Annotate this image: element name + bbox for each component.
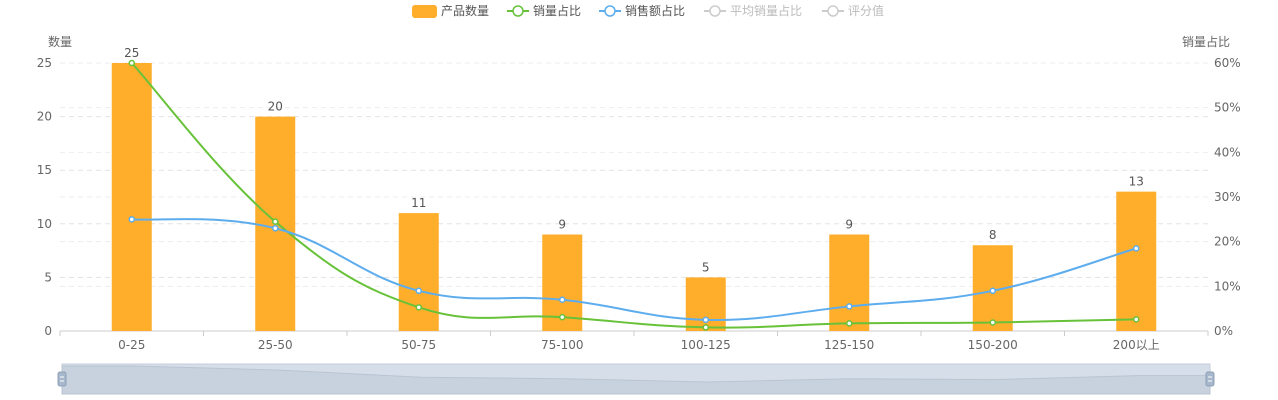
line-point bbox=[702, 316, 709, 324]
y-left-tick-label: 10 bbox=[37, 217, 52, 231]
zoom-handle-right[interactable] bbox=[1205, 371, 1215, 387]
line-point bbox=[846, 303, 853, 310]
line-point bbox=[415, 287, 422, 295]
bar-value-label: 20 bbox=[268, 100, 283, 114]
line-point bbox=[702, 324, 709, 331]
axes: 0-25 25-50 50-75 75-100 100-125 125-150 150-20… bbox=[37, 34, 1241, 352]
y-right-tick-label: 40% bbox=[1214, 145, 1241, 159]
bar bbox=[398, 213, 439, 331]
legend-swatch-marker bbox=[512, 5, 524, 17]
legend-item-label: 销量占比 bbox=[533, 3, 581, 18]
y-right-tick-label: 0% bbox=[1214, 324, 1233, 338]
y-right-tick-label: 60% bbox=[1214, 56, 1241, 70]
line-point bbox=[1133, 245, 1140, 252]
line-point bbox=[128, 216, 135, 223]
y-left-tick-label: 15 bbox=[37, 163, 52, 177]
zoom-handle-left[interactable] bbox=[57, 371, 67, 387]
line-point bbox=[559, 296, 566, 303]
x-tick-label: 0-25 bbox=[118, 338, 145, 352]
y-right-tick-label: 30% bbox=[1214, 190, 1241, 204]
line-point bbox=[559, 313, 566, 321]
x-tick-label: 75-100 bbox=[541, 338, 584, 352]
bar bbox=[1116, 191, 1157, 331]
bar-value-label: 8 bbox=[989, 228, 997, 242]
bar bbox=[829, 234, 870, 331]
legend-swatch-marker bbox=[709, 5, 721, 17]
legend: 产品数量 销量占比 销售额占比 平均销量占比 评分值 bbox=[412, 3, 884, 18]
x-tick-label: 100-125 bbox=[681, 338, 731, 352]
line-point bbox=[989, 319, 996, 326]
line-point bbox=[989, 287, 996, 295]
combo-chart: 0-25 25-50 50-75 75-100 100-125 125-150 150-20… bbox=[37, 3, 1241, 395]
legend-item-label: 销售额占比 bbox=[625, 3, 685, 18]
legend-swatch-bar bbox=[412, 5, 437, 18]
x-tick-label: 50-75 bbox=[401, 338, 436, 352]
bar-value-label: 9 bbox=[558, 218, 566, 232]
legend-swatch-marker bbox=[604, 5, 616, 17]
y-right-axis-title: 销量占比 bbox=[1182, 34, 1230, 49]
legend-item-label: 平均销量占比 bbox=[730, 3, 802, 18]
bar-value-label: 11 bbox=[411, 196, 426, 210]
y-left-tick-label: 25 bbox=[37, 56, 52, 70]
line-point bbox=[415, 304, 422, 311]
y-left-axis-title: 数量 bbox=[48, 34, 72, 49]
y-left-tick-label: 5 bbox=[44, 270, 52, 284]
x-tick-label: 150-200 bbox=[968, 338, 1018, 352]
line-point bbox=[272, 225, 279, 232]
bar-value-label: 25 bbox=[124, 46, 139, 60]
grid-lines bbox=[60, 62, 1208, 287]
line-point bbox=[128, 59, 135, 67]
bar-value-label: 13 bbox=[1129, 175, 1144, 189]
line-point bbox=[846, 320, 853, 327]
y-right-tick-label: 20% bbox=[1214, 235, 1241, 249]
y-left-tick-label: 0 bbox=[44, 324, 52, 338]
line-point bbox=[272, 218, 279, 225]
data-zoom-slider[interactable] bbox=[57, 363, 1215, 395]
line-point bbox=[1133, 316, 1140, 323]
x-tick-label: 25-50 bbox=[258, 338, 293, 352]
legend-item-label: 评分值 bbox=[848, 3, 884, 18]
x-tick-label: 125-150 bbox=[824, 338, 874, 352]
bar bbox=[111, 63, 152, 331]
y-right-tick-label: 50% bbox=[1214, 101, 1241, 115]
y-left-tick-label: 20 bbox=[37, 110, 52, 124]
bar-value-label: 9 bbox=[845, 218, 853, 232]
x-tick-label: 200以上 bbox=[1113, 338, 1160, 352]
legend-item-label: 产品数量 bbox=[441, 3, 489, 18]
y-right-tick-label: 10% bbox=[1214, 279, 1241, 293]
legend-swatch-marker bbox=[827, 5, 839, 17]
bar-value-label: 5 bbox=[702, 260, 710, 274]
